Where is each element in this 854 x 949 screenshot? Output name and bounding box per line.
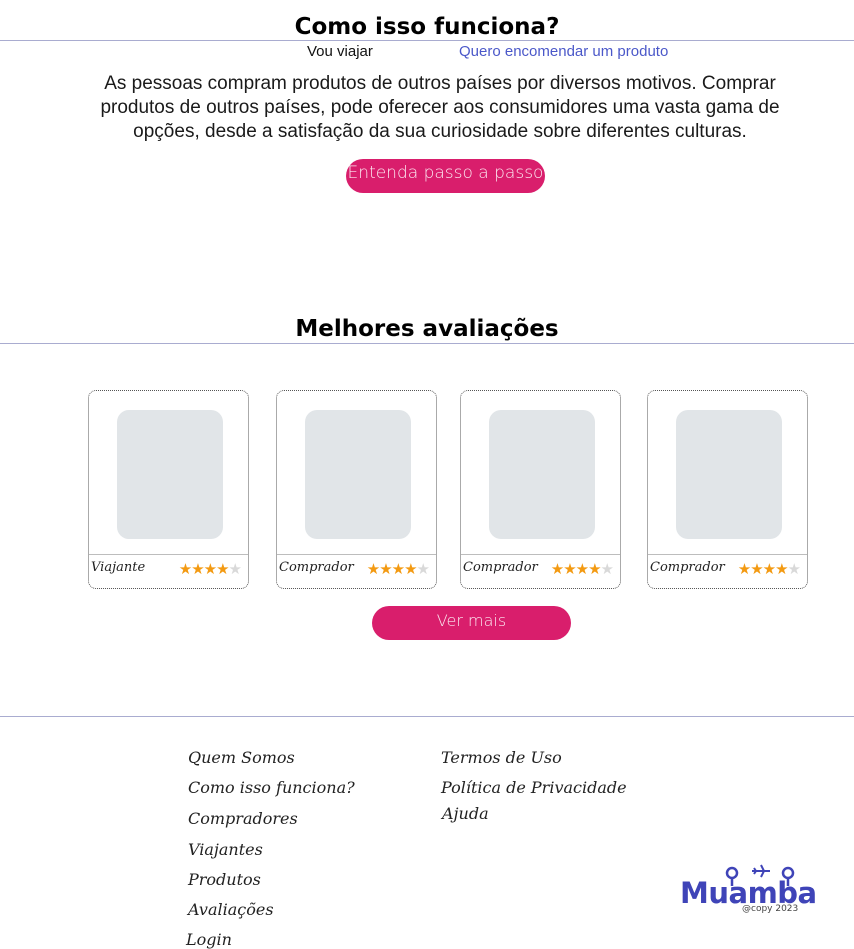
reviewer-photo: [305, 410, 411, 539]
star-filled-icon: ★: [588, 561, 601, 578]
footer-divider: [0, 716, 854, 717]
star-rating: ★★★★★: [366, 560, 430, 578]
star-filled-icon: ★: [762, 561, 776, 578]
step-by-step-button[interactable]: Entenda passo a passo: [346, 159, 545, 193]
star-filled-icon: ★: [391, 561, 405, 578]
star-filled-icon: ★: [775, 561, 788, 578]
section-divider: [0, 40, 854, 41]
star-rating: ★★★★★: [550, 560, 614, 578]
copyright: @copy 2023: [742, 904, 799, 914]
tab-quero-encomendar[interactable]: Quero encomendar um produto: [459, 43, 668, 60]
reviewer-photo: [489, 410, 595, 539]
star-filled-icon: ★: [379, 561, 392, 578]
star-filled-icon: ★: [216, 561, 229, 578]
star-empty-icon: ★: [600, 561, 614, 578]
reviews-title: Melhores avaliações: [295, 316, 559, 342]
star-rating: ★★★★★: [737, 560, 801, 578]
how-it-works-title: Como isso funciona?: [294, 14, 560, 40]
footer-link-ajuda[interactable]: Ajuda: [442, 804, 489, 823]
star-filled-icon: ★: [191, 561, 204, 578]
muamba-logo[interactable]: Muamba @copy 2023: [680, 862, 817, 918]
star-filled-icon: ★: [550, 561, 564, 578]
footer-link-login[interactable]: Login: [186, 930, 232, 949]
reviewer-role: Comprador: [463, 560, 538, 575]
star-filled-icon: ★: [203, 561, 217, 578]
tab-vou-viajar[interactable]: Vou viajar: [307, 43, 373, 60]
intro-paragraph: As pessoas compram produtos de outros pa…: [100, 73, 780, 142]
card-divider: [461, 554, 620, 555]
footer-link-viajantes[interactable]: Viajantes: [188, 840, 263, 859]
footer-link-quem-somos[interactable]: Quem Somos: [188, 748, 295, 767]
footer-link-avaliacoes[interactable]: Avaliações: [188, 900, 274, 919]
footer-link-compradores[interactable]: Compradores: [188, 809, 298, 828]
reviewer-role: Viajante: [91, 560, 146, 575]
star-empty-icon: ★: [416, 561, 430, 578]
star-filled-icon: ★: [366, 561, 380, 578]
footer-link-privacidade[interactable]: Política de Privacidade: [441, 778, 627, 797]
reviewer-role: Comprador: [650, 560, 725, 575]
star-empty-icon: ★: [787, 561, 801, 578]
star-filled-icon: ★: [404, 561, 417, 578]
review-card[interactable]: Viajante ★★★★★: [88, 390, 249, 589]
card-divider: [89, 554, 248, 555]
star-filled-icon: ★: [178, 561, 192, 578]
section-divider: [0, 343, 854, 344]
star-filled-icon: ★: [737, 561, 751, 578]
footer-link-produtos[interactable]: Produtos: [188, 870, 261, 889]
review-card[interactable]: Comprador ★★★★★: [276, 390, 437, 589]
reviewer-role: Comprador: [279, 560, 354, 575]
footer-link-termos[interactable]: Termos de Uso: [441, 748, 562, 767]
star-rating: ★★★★★: [178, 560, 242, 578]
review-card[interactable]: Comprador ★★★★★: [460, 390, 621, 589]
reviewer-photo: [676, 410, 782, 539]
footer-link-como-funciona[interactable]: Como isso funciona?: [188, 778, 355, 797]
star-filled-icon: ★: [563, 561, 576, 578]
star-filled-icon: ★: [575, 561, 589, 578]
star-filled-icon: ★: [750, 561, 763, 578]
card-divider: [277, 554, 436, 555]
star-empty-icon: ★: [228, 561, 242, 578]
review-card[interactable]: Comprador ★★★★★: [647, 390, 808, 589]
see-more-button[interactable]: Ver mais: [372, 606, 571, 640]
reviewer-photo: [117, 410, 223, 539]
card-divider: [648, 554, 807, 555]
